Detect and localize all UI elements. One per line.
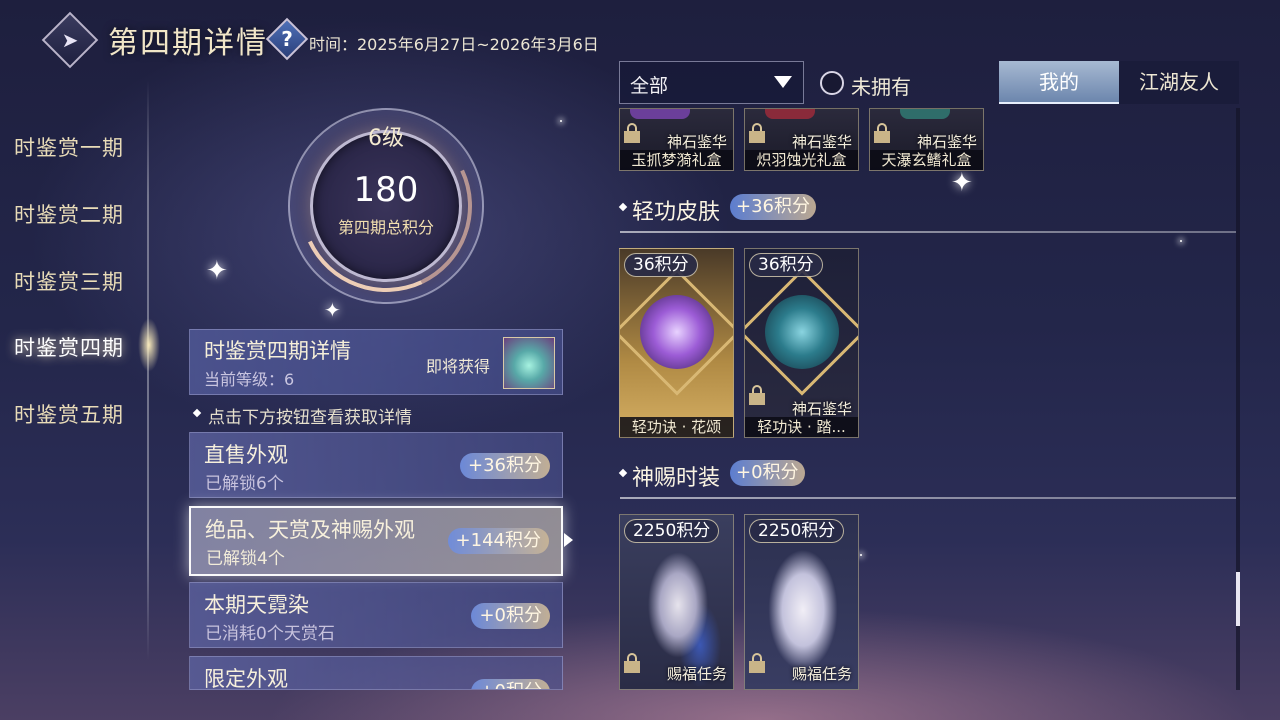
category-title: 本期天霓染 <box>204 593 309 617</box>
category-subtitle: 已消耗0个天赏石 <box>205 624 335 644</box>
lock-icon <box>749 385 765 405</box>
upcoming-reward-thumbnail[interactable] <box>503 337 555 389</box>
lock-icon <box>624 123 640 143</box>
period-text: 时间：2025年6月27日~2026年3月6日 <box>309 35 599 54</box>
category-subtitle: 已解锁4个 <box>206 549 285 569</box>
scrollbar-thumb[interactable] <box>1236 572 1240 626</box>
item-card[interactable]: 2250积分 赐福任务 <box>619 514 734 690</box>
back-arrow-icon[interactable]: ➤ <box>50 20 90 60</box>
lock-icon <box>749 123 765 143</box>
unowned-label[interactable]: 未拥有 <box>851 71 911 100</box>
sparkle-icon: ✦ <box>206 256 228 286</box>
nav-item-period-3[interactable]: 时鉴赏三期 <box>14 266 124 296</box>
item-name: 玉抓梦漪礼盒 <box>620 150 733 170</box>
category-premium-appearance[interactable]: 绝品、天赏及神赐外观 已解锁4个 +144积分 <box>189 506 563 576</box>
section-divider <box>620 497 1236 499</box>
nav-item-period-4[interactable]: 时鉴赏四期 <box>14 332 124 362</box>
item-card[interactable]: 神石鉴华 天瀑玄鳍礼盒 <box>869 108 984 171</box>
tab-mine[interactable]: 我的 <box>999 61 1119 104</box>
category-title: 限定外观 <box>204 667 288 690</box>
category-subtitle: 已解锁6个 <box>205 474 284 494</box>
total-score-label: 第四期总积分 <box>337 218 434 237</box>
section-points: +36积分 <box>730 194 816 220</box>
filter-dropdown-value: 全部 <box>630 75 669 97</box>
item-points-badge: 2250积分 <box>749 519 845 543</box>
unowned-radio[interactable] <box>820 71 844 95</box>
item-name: 天瀑玄鳍礼盒 <box>870 150 983 170</box>
level-text: 6级 <box>368 126 404 151</box>
upcoming-reward-label: 即将获得 <box>426 357 491 376</box>
sparkle-icon: ✦ <box>951 168 973 198</box>
lock-icon <box>749 653 765 673</box>
item-source-tag: 神石鉴华 <box>791 400 852 418</box>
nav-item-period-1[interactable]: 时鉴赏一期 <box>14 132 124 162</box>
item-points-badge: 36积分 <box>624 253 698 277</box>
sparkle-icon: ✦ <box>324 298 341 322</box>
category-points: +0积分 <box>471 603 550 629</box>
section-divider <box>620 231 1236 233</box>
current-level: 当前等级：6 <box>204 370 295 389</box>
nav-item-period-5[interactable]: 时鉴赏五期 <box>14 399 124 429</box>
category-dye[interactable]: 本期天霓染 已消耗0个天赏石 +0积分 <box>189 582 563 648</box>
category-title: 直售外观 <box>204 443 288 467</box>
total-score: 180 <box>353 170 419 210</box>
selected-arrow-icon <box>564 533 573 547</box>
item-name: 轻功诀 · 花颂 <box>620 417 733 437</box>
lock-icon <box>874 123 890 143</box>
item-card[interactable]: 神石鉴华 炽羽蚀光礼盒 <box>744 108 859 171</box>
bullet-icon <box>618 202 628 212</box>
star-dot <box>560 120 562 122</box>
section-points: +0积分 <box>730 460 805 486</box>
nav-item-period-2[interactable]: 时鉴赏二期 <box>14 199 124 229</box>
qinggong-art <box>640 295 714 369</box>
qinggong-art <box>765 295 839 369</box>
item-source-tag: 神石鉴华 <box>666 133 727 151</box>
item-points-badge: 2250积分 <box>624 519 720 543</box>
item-card[interactable]: 36积分 轻功诀 · 花颂 <box>619 248 734 438</box>
item-art <box>900 109 950 119</box>
nav-active-indicator <box>138 318 160 372</box>
page-title: 第四期详情 <box>108 26 268 61</box>
item-name: 轻功诀 · 踏... <box>745 417 858 437</box>
item-source-tag: 赐福任务 <box>666 665 727 683</box>
bullet-icon <box>618 468 628 478</box>
section-title-qinggong: 轻功皮肤 <box>632 200 721 225</box>
item-source-tag: 神石鉴华 <box>916 133 977 151</box>
item-art <box>630 109 690 119</box>
item-card[interactable]: 36积分 神石鉴华 轻功诀 · 踏... <box>744 248 859 438</box>
star-dot <box>1180 240 1182 242</box>
item-points-badge: 36积分 <box>749 253 823 277</box>
category-points: +0积分 <box>471 679 550 689</box>
lock-icon <box>624 653 640 673</box>
item-art <box>765 109 815 119</box>
category-title: 绝品、天赏及神赐外观 <box>205 518 415 542</box>
category-points: +36积分 <box>460 453 550 479</box>
item-source-tag: 神石鉴华 <box>791 133 852 151</box>
star-dot <box>860 554 862 556</box>
question-icon[interactable]: ? <box>272 24 302 54</box>
caret-down-icon[interactable] <box>774 76 792 88</box>
bullet-icon <box>192 408 202 418</box>
category-points: +144积分 <box>447 528 549 554</box>
item-source-tag: 赐福任务 <box>791 665 852 683</box>
item-card[interactable]: 2250积分 赐福任务 <box>744 514 859 690</box>
item-name: 炽羽蚀光礼盒 <box>745 150 858 170</box>
category-limited[interactable]: 限定外观 +0积分 <box>189 656 563 690</box>
item-card[interactable]: 神石鉴华 玉抓梦漪礼盒 <box>619 108 734 171</box>
period-detail-title: 时鉴赏四期详情 <box>204 339 351 363</box>
category-direct-sale[interactable]: 直售外观 已解锁6个 +36积分 <box>189 432 563 498</box>
hint-text: 点击下方按钮查看获取详情 <box>208 408 412 428</box>
tab-friends[interactable]: 江湖友人 <box>1119 61 1239 104</box>
section-title-divine-costume: 神赐时装 <box>632 466 721 491</box>
